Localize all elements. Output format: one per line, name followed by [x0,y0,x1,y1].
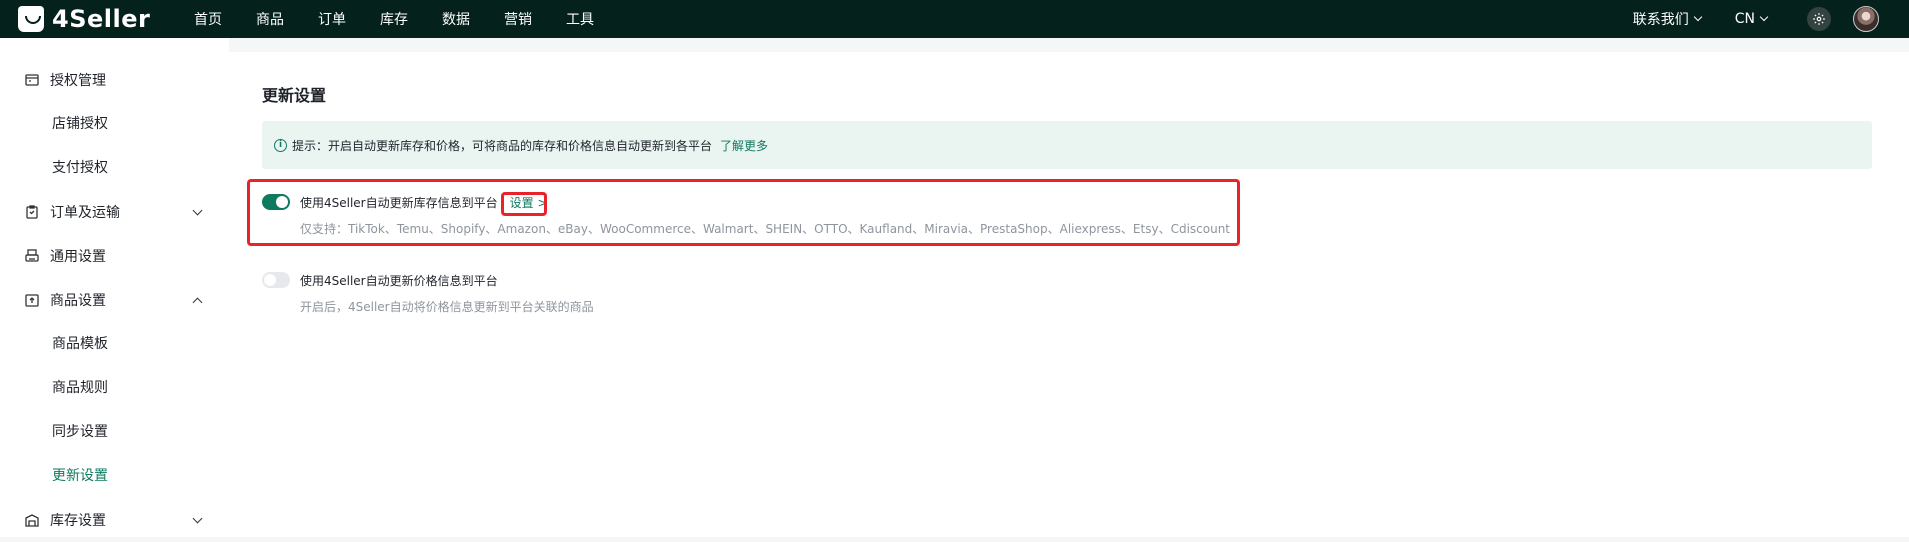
learn-more-link[interactable]: 了解更多 [720,137,768,154]
sidebar-group-label: 订单及运输 [50,205,120,221]
chevron-down-icon [1693,12,1702,22]
sidebar-group-general[interactable]: 通用设置 [0,234,229,278]
nav-marketing[interactable]: 营销 [504,9,532,29]
language-dropdown[interactable]: CN [1734,11,1769,27]
sidebar-item-update-settings[interactable]: 更新设置 [0,454,229,498]
top-right-actions: 联系我们 CN [1633,0,1909,38]
contact-us-label: 联系我们 [1632,12,1689,28]
logo-text: 4Seller [52,5,151,33]
info-icon: i [274,138,287,152]
sidebar-group-label: 库存设置 [50,513,106,529]
supported-platforms-text: 仅支持：TikTok、Temu、Shopify、Amazon、eBay、WooC… [300,222,1231,236]
toggle-knob [276,196,288,208]
sidebar: 授权管理 店铺授权 支付授权 订单及运输 通用设置 商品设置 商品模板 商品规则… [0,38,229,537]
sidebar-group-label: 通用设置 [50,249,106,265]
language-label: CN [1734,11,1755,27]
stock-update-label: 使用4Seller自动更新库存信息到平台 [300,195,498,210]
stock-update-toggle[interactable] [262,194,290,210]
chevron-down-icon [192,513,203,523]
toggle-knob [264,274,276,286]
sidebar-item-store-auth[interactable]: 店铺授权 [0,102,229,146]
settings-button[interactable] [1807,7,1831,31]
nav-products[interactable]: 商品 [256,9,284,29]
chevron-down-icon [1759,12,1769,22]
sidebar-group-label: 商品设置 [50,293,106,309]
shopping-bag-icon [18,6,44,32]
sidebar-item-sync-settings[interactable]: 同步设置 [0,410,229,454]
stock-update-setting: 使用4Seller自动更新库存信息到平台 设置 > 仅支持：TikTok、Tem… [262,192,1230,237]
user-avatar[interactable] [1853,6,1879,32]
sidebar-group-order-shipping[interactable]: 订单及运输 [0,190,229,234]
main-content: 更新设置 i 提示：开启自动更新库存和价格，可将商品的库存和价格信息自动更新到各… [229,52,1909,537]
nav-tools[interactable]: 工具 [566,9,594,29]
sidebar-item-product-template[interactable]: 商品模板 [0,322,229,366]
tip-text: 提示：开启自动更新库存和价格，可将商品的库存和价格信息自动更新到各平台 [292,138,713,153]
contact-us-dropdown[interactable]: 联系我们 [1632,9,1702,29]
nav-home[interactable]: 首页 [194,9,222,29]
printer-icon [24,248,40,264]
store-icon [24,72,40,88]
box-upload-icon [24,292,40,308]
clipboard-icon [24,204,40,220]
price-update-toggle[interactable] [262,272,290,288]
stock-settings-link[interactable]: 设置 > [510,194,548,211]
sidebar-group-label: 授权管理 [50,73,106,89]
sidebar-item-payment-auth[interactable]: 支付授权 [0,146,229,190]
sidebar-group-product[interactable]: 商品设置 [0,278,229,322]
sidebar-group-authorization[interactable]: 授权管理 [0,58,229,102]
price-update-desc: 开启后，4Seller自动将价格信息更新到平台关联的商品 [300,300,594,314]
nav-data[interactable]: 数据 [442,9,470,29]
chevron-down-icon [192,205,203,215]
tip-banner: i 提示：开启自动更新库存和价格，可将商品的库存和价格信息自动更新到各平台 了解… [262,121,1872,169]
price-update-setting: 使用4Seller自动更新价格信息到平台 开启后，4Seller自动将价格信息更… [262,270,594,315]
nav-orders[interactable]: 订单 [318,9,346,29]
top-bar: 4Seller 首页 商品 订单 库存 数据 营销 工具 联系我们 CN [0,0,1909,38]
price-update-label: 使用4Seller自动更新价格信息到平台 [300,273,498,288]
sidebar-group-inventory[interactable]: 库存设置 [0,498,229,542]
sidebar-item-product-rules[interactable]: 商品规则 [0,366,229,410]
nav-inventory[interactable]: 库存 [380,9,408,29]
chevron-up-icon [192,297,203,307]
main-nav: 首页 商品 订单 库存 数据 营销 工具 [194,0,628,38]
gear-icon [1813,13,1825,25]
page-title: 更新设置 [262,86,327,105]
warehouse-icon [24,512,40,528]
logo[interactable]: 4Seller [18,5,194,33]
